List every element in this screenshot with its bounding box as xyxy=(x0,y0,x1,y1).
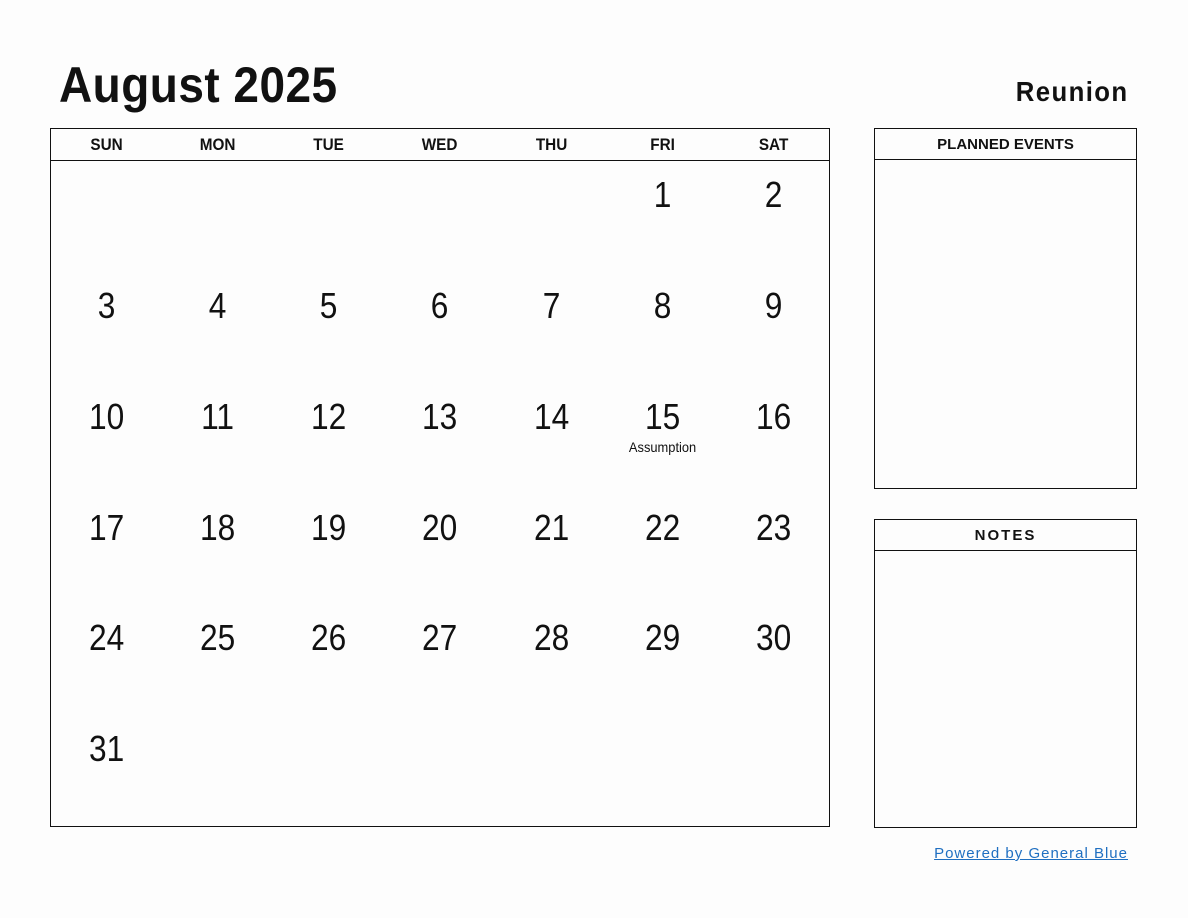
day-number: 2 xyxy=(764,174,783,215)
day-number: 3 xyxy=(97,284,116,326)
notes-title: NOTES xyxy=(875,520,1136,551)
day-cell: 30 xyxy=(718,604,829,715)
day-cell xyxy=(607,715,718,826)
day-number: 16 xyxy=(755,395,792,437)
day-cell xyxy=(273,715,384,826)
day-number: 20 xyxy=(422,506,458,548)
day-cell: 25 xyxy=(162,604,273,715)
day-number: 23 xyxy=(755,506,792,548)
day-number: 8 xyxy=(653,284,672,326)
calendar-body: 1 2 3 4 5 6 7 8 9 10 11 12 13 14 15 Assumption 16 17 18 19 2… xyxy=(51,161,829,826)
day-cell xyxy=(51,161,162,272)
day-cell: 18 xyxy=(162,494,273,605)
day-cell: 10 xyxy=(51,383,162,494)
day-number: 19 xyxy=(311,506,347,548)
day-number: 27 xyxy=(422,617,458,659)
weekday-label: WED xyxy=(422,135,458,154)
country-label: Reunion xyxy=(1015,76,1128,107)
calendar-grid: SUN MON TUE WED THU FRI SAT 1 2 3 4 5 6 7 8 9 10 1… xyxy=(50,128,830,827)
day-cell: 28 xyxy=(496,604,607,715)
day-cell xyxy=(162,161,273,272)
day-cell: 4 xyxy=(162,272,273,383)
day-cell: 9 xyxy=(718,272,829,383)
day-number: 1 xyxy=(653,174,672,215)
weekday-label: SAT xyxy=(758,135,789,154)
day-number: 7 xyxy=(542,284,560,326)
day-number: 26 xyxy=(311,617,347,659)
day-number: 10 xyxy=(88,395,125,437)
day-number: 13 xyxy=(422,395,458,437)
day-cell xyxy=(273,161,384,272)
day-number: 17 xyxy=(88,506,125,548)
day-cell xyxy=(496,161,607,272)
day-number: 24 xyxy=(88,617,125,659)
day-number: 11 xyxy=(201,395,235,437)
day-cell: 12 xyxy=(273,383,384,494)
day-cell: 26 xyxy=(273,604,384,715)
day-cell xyxy=(162,715,273,826)
day-cell: 19 xyxy=(273,494,384,605)
day-cell: 3 xyxy=(51,272,162,383)
page-title: August 2025 xyxy=(59,57,338,113)
day-cell: 6 xyxy=(384,272,495,383)
day-cell: 5 xyxy=(273,272,384,383)
holiday-label: Assumption xyxy=(628,438,696,455)
day-number: 9 xyxy=(764,284,783,326)
day-cell: 7 xyxy=(496,272,607,383)
weekday-label: FRI xyxy=(649,135,675,154)
weekday-label: MON xyxy=(199,135,236,154)
powered-by-link[interactable]: Powered by General Blue xyxy=(934,845,1128,862)
day-number: 15 xyxy=(644,395,680,437)
day-cell xyxy=(496,715,607,826)
notes-panel: NOTES xyxy=(874,519,1137,828)
day-number: 14 xyxy=(533,395,569,437)
day-number: 4 xyxy=(208,284,227,326)
day-number: 5 xyxy=(320,284,338,326)
weekday-header: SUN MON TUE WED THU FRI SAT xyxy=(51,129,829,161)
day-cell: 13 xyxy=(384,383,495,494)
day-number: 30 xyxy=(755,617,792,659)
weekday-label: THU xyxy=(535,135,567,154)
planned-events-panel: PLANNED EVENTS xyxy=(874,128,1137,489)
day-cell: 14 xyxy=(496,383,607,494)
day-cell: 21 xyxy=(496,494,607,605)
day-cell: 27 xyxy=(384,604,495,715)
day-number: 28 xyxy=(533,617,569,659)
day-cell: 2 xyxy=(718,161,829,272)
day-number: 22 xyxy=(644,506,680,548)
day-cell: 8 xyxy=(607,272,718,383)
day-cell: 11 xyxy=(162,383,273,494)
day-number: 31 xyxy=(88,728,125,770)
day-cell: 22 xyxy=(607,494,718,605)
day-cell: 29 xyxy=(607,604,718,715)
day-cell: 31 xyxy=(51,715,162,826)
weekday-label: SUN xyxy=(90,135,123,154)
day-cell: 15 Assumption xyxy=(607,383,718,494)
day-cell: 24 xyxy=(51,604,162,715)
day-number: 29 xyxy=(644,617,680,659)
day-cell: 1 xyxy=(607,161,718,272)
day-cell: 16 xyxy=(718,383,829,494)
day-number: 25 xyxy=(200,617,236,659)
day-cell xyxy=(718,715,829,826)
planned-events-title: PLANNED EVENTS xyxy=(875,129,1136,160)
weekday-label: TUE xyxy=(313,135,345,154)
day-number: 18 xyxy=(200,506,236,548)
day-cell: 17 xyxy=(51,494,162,605)
day-number: 6 xyxy=(431,284,449,326)
day-number: 21 xyxy=(533,506,569,548)
day-cell: 20 xyxy=(384,494,495,605)
day-number: 12 xyxy=(311,395,347,437)
day-cell xyxy=(384,715,495,826)
day-cell xyxy=(384,161,495,272)
day-cell: 23 xyxy=(718,494,829,605)
